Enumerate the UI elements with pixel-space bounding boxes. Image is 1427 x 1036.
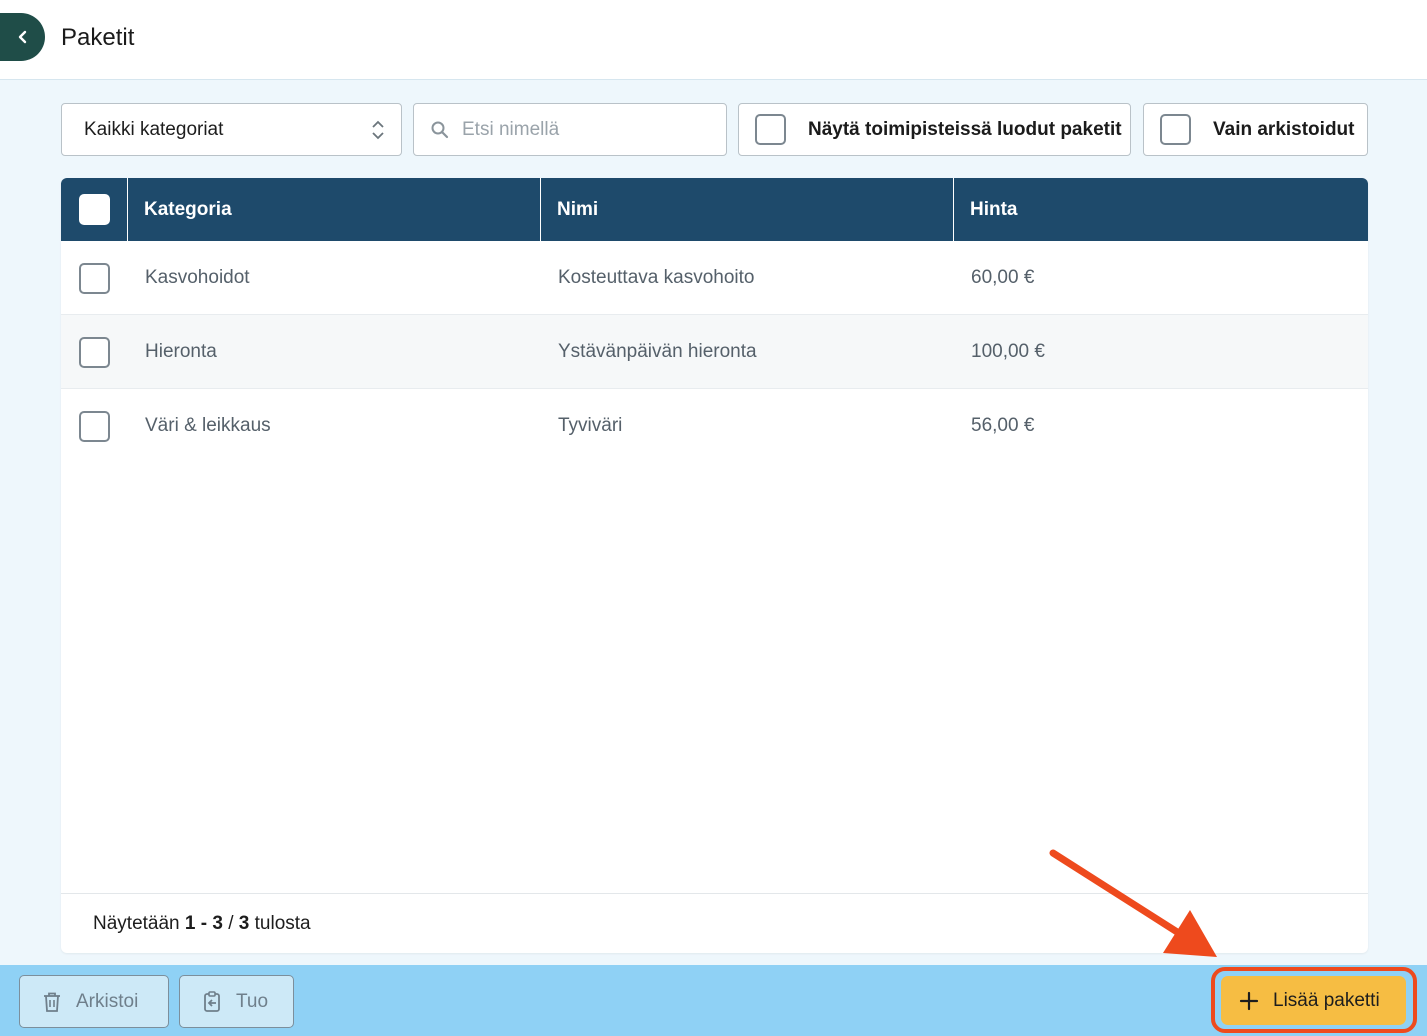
table-header: Kategoria Nimi Hinta bbox=[61, 178, 1368, 241]
row-price: 56,00 € bbox=[971, 415, 1035, 436]
column-header-name[interactable]: Nimi bbox=[541, 178, 954, 241]
table-row[interactable]: Väri & leikkaus Tyviväri 56,00 € bbox=[61, 389, 1368, 463]
column-header-price[interactable]: Hinta bbox=[954, 178, 1368, 241]
show-location-packages-filter[interactable]: Näytä toimipisteissä luodut paketit bbox=[738, 103, 1131, 156]
table-row[interactable]: Kasvohoidot Kosteuttava kasvohoito 60,00… bbox=[61, 241, 1368, 315]
summary-total: 3 bbox=[238, 912, 250, 934]
archive-button[interactable]: Arkistoi bbox=[19, 975, 169, 1028]
import-label: Tuo bbox=[236, 990, 269, 1012]
top-header: Paketit bbox=[0, 0, 1427, 80]
row-category: Väri & leikkaus bbox=[145, 415, 271, 436]
row-category: Hieronta bbox=[145, 341, 217, 362]
trash-icon bbox=[44, 992, 60, 1012]
back-button[interactable] bbox=[0, 13, 45, 61]
sort-arrows-icon bbox=[372, 120, 384, 140]
packages-table: Kategoria Nimi Hinta Kasvohoidot Kosteut… bbox=[61, 178, 1368, 953]
row-name: Tyviväri bbox=[558, 415, 623, 436]
plus-icon bbox=[1239, 991, 1259, 1010]
row-name: Kosteuttava kasvohoito bbox=[558, 267, 755, 288]
search-input[interactable] bbox=[462, 118, 702, 141]
summary-separator: / bbox=[222, 912, 239, 934]
add-package-label: Lisää paketti bbox=[1273, 989, 1380, 1011]
import-button[interactable]: Tuo bbox=[179, 975, 294, 1028]
only-archived-filter[interactable]: Vain arkistoidut bbox=[1143, 103, 1368, 156]
search-icon bbox=[431, 121, 449, 138]
row-checkbox[interactable] bbox=[79, 262, 110, 294]
category-select[interactable]: Kaikki kategoriat bbox=[61, 103, 402, 156]
summary-prefix: Näytetään bbox=[93, 912, 185, 934]
row-checkbox[interactable] bbox=[79, 336, 110, 368]
page-title: Paketit bbox=[61, 24, 135, 51]
row-price: 60,00 € bbox=[971, 267, 1035, 288]
category-select-value: Kaikki kategoriat bbox=[84, 118, 224, 140]
summary-range: 1 - 3 bbox=[184, 912, 223, 934]
search-field[interactable] bbox=[413, 103, 727, 156]
chevron-left-icon bbox=[18, 30, 26, 44]
row-checkbox[interactable] bbox=[79, 410, 110, 442]
show-location-packages-label: Näytä toimipisteissä luodut paketit bbox=[808, 118, 1122, 140]
summary-suffix: tulosta bbox=[249, 912, 311, 934]
only-archived-label: Vain arkistoidut bbox=[1213, 118, 1355, 140]
row-price: 100,00 € bbox=[971, 341, 1045, 362]
column-header-category[interactable]: Kategoria bbox=[128, 178, 541, 241]
archive-label: Arkistoi bbox=[76, 990, 139, 1012]
row-category: Kasvohoidot bbox=[145, 267, 250, 288]
select-all-checkbox[interactable] bbox=[79, 194, 110, 225]
clipboard-import-icon bbox=[204, 990, 220, 1012]
only-archived-checkbox[interactable] bbox=[1160, 114, 1191, 145]
show-location-packages-checkbox[interactable] bbox=[755, 114, 786, 145]
table-row[interactable]: Hieronta Ystävänpäivän hieronta 100,00 € bbox=[61, 315, 1368, 389]
annotation-arrow-icon bbox=[1049, 849, 1217, 957]
row-name: Ystävänpäivän hieronta bbox=[558, 341, 757, 362]
select-all-cell bbox=[61, 178, 128, 241]
add-package-button[interactable]: Lisää paketti bbox=[1221, 976, 1406, 1025]
